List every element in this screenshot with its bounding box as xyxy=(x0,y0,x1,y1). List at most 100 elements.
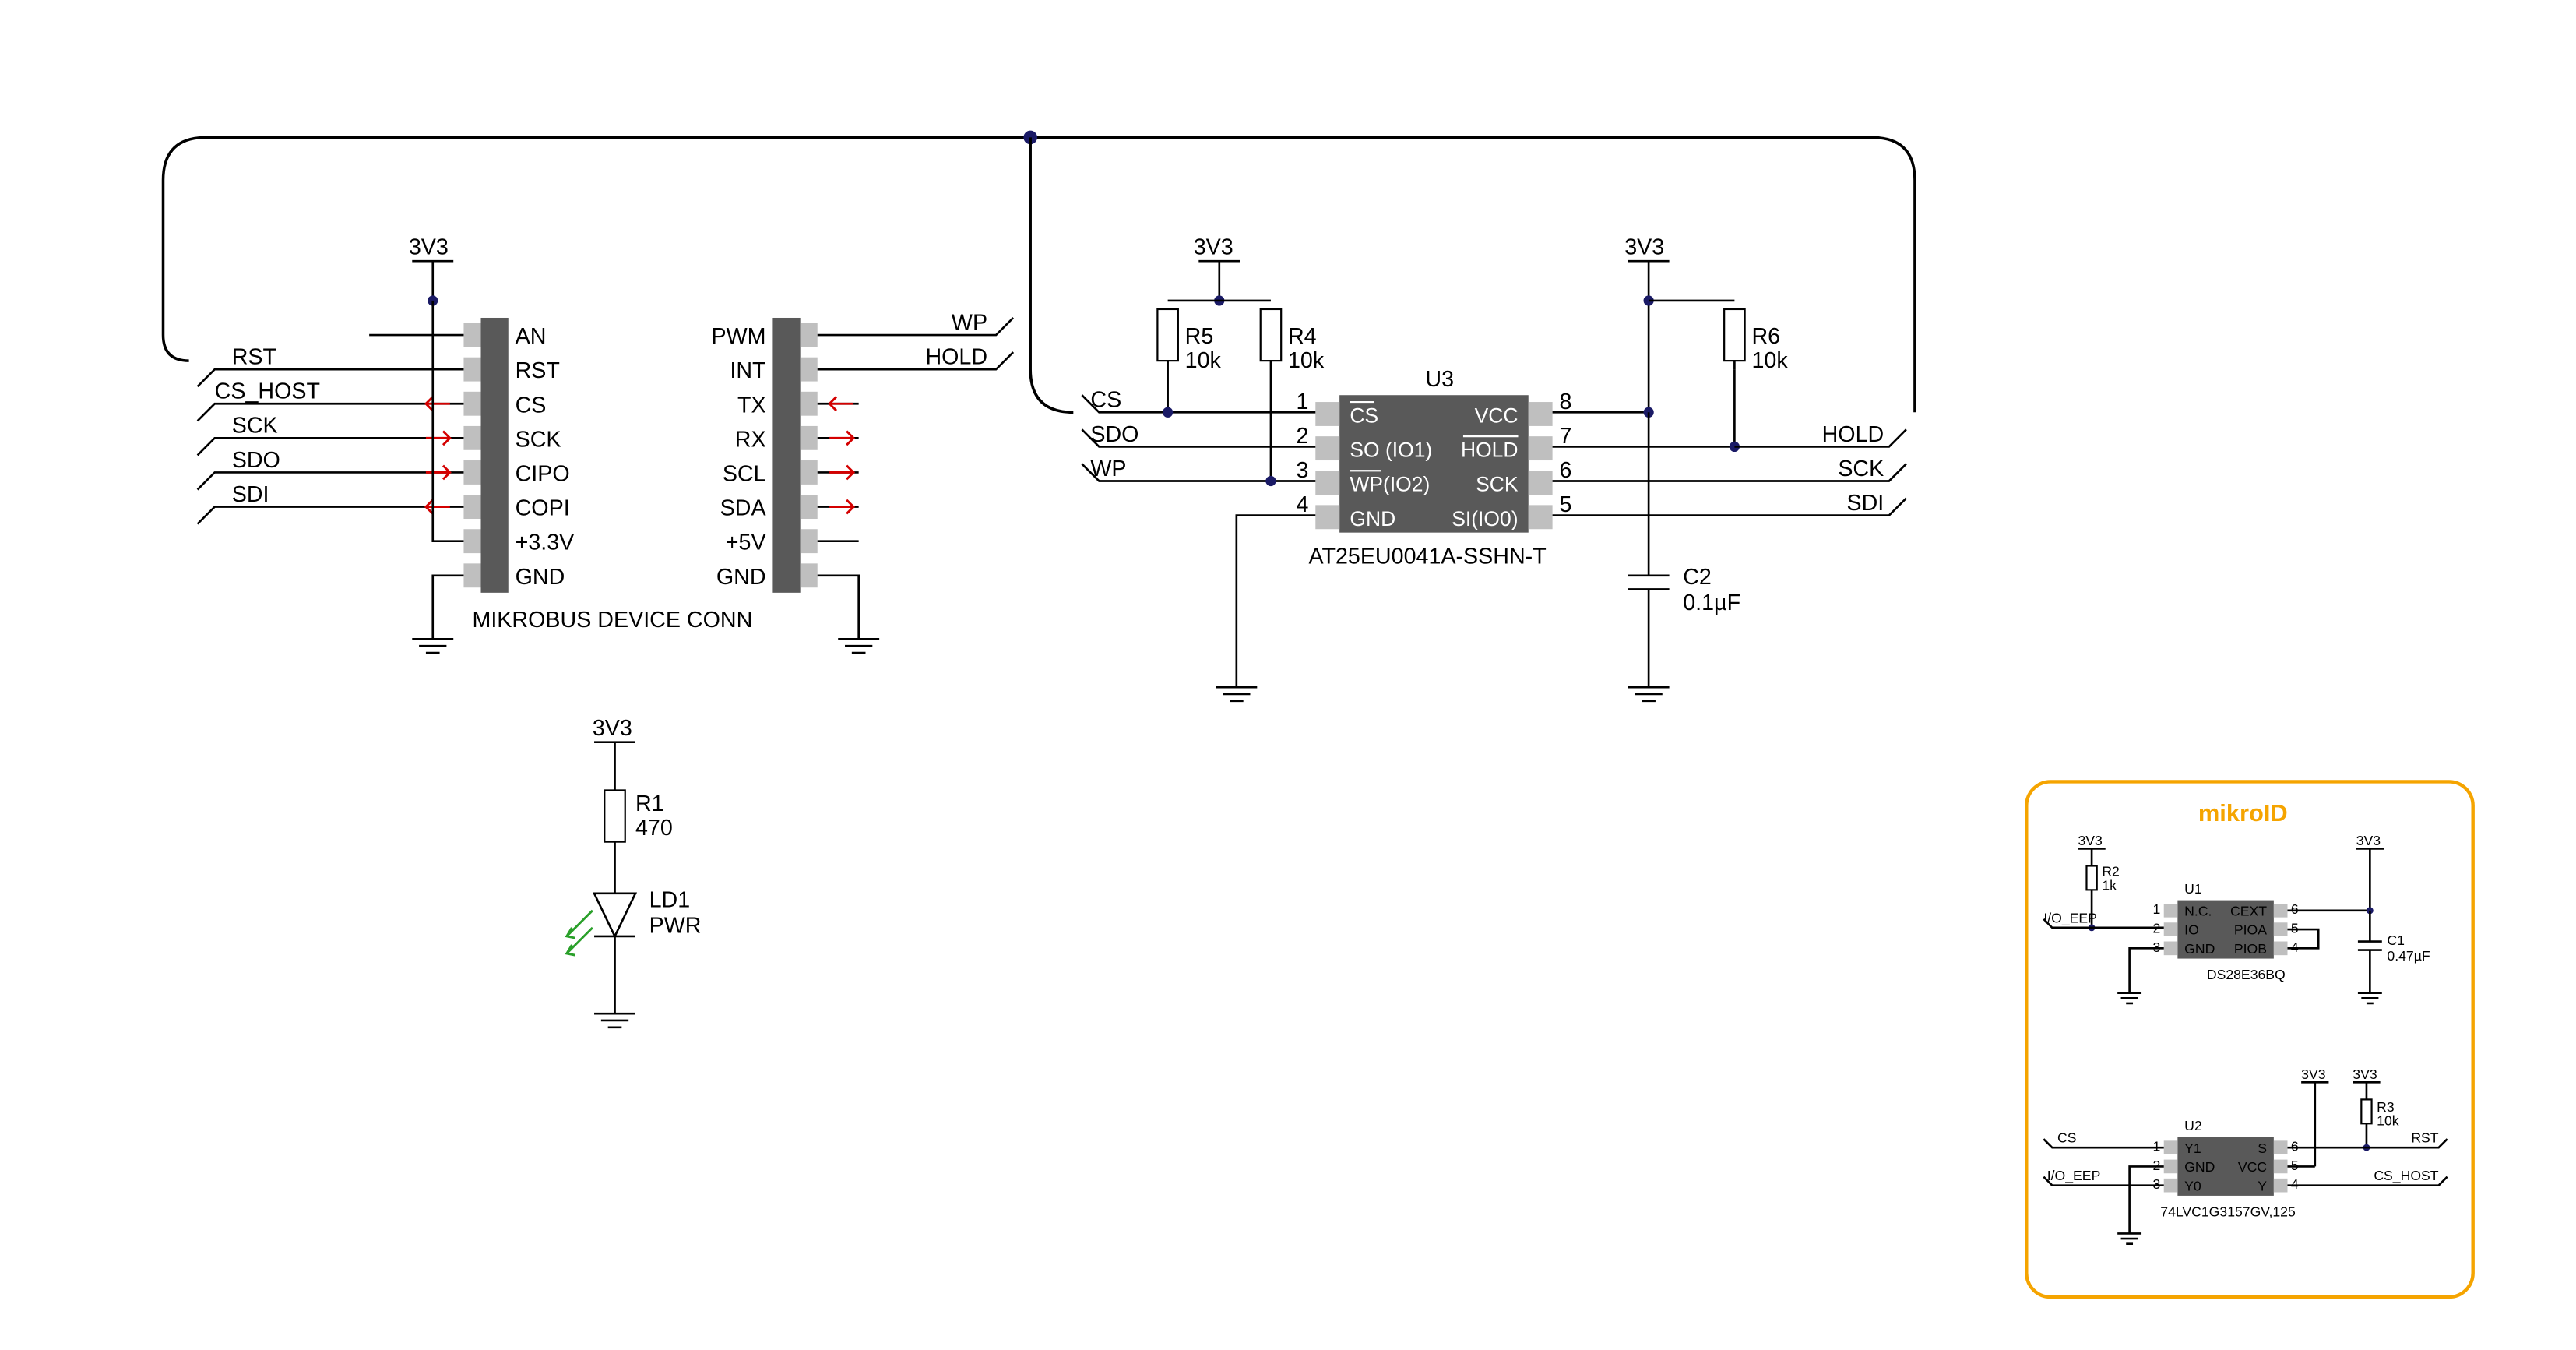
svg-text:GND: GND xyxy=(516,565,565,590)
svg-text:1: 1 xyxy=(1297,389,1309,414)
svg-text:5: 5 xyxy=(2291,920,2299,936)
svg-text:2: 2 xyxy=(2152,1158,2160,1173)
svg-text:C1: C1 xyxy=(2387,932,2405,948)
svg-text:PIOB: PIOB xyxy=(2234,941,2267,957)
svg-text:3V3: 3V3 xyxy=(1194,234,1233,259)
svg-text:HOLD: HOLD xyxy=(925,345,987,370)
schematic-canvas: 3V3 AN RST RST xyxy=(0,0,2576,1350)
svg-text:I/O_EEP: I/O_EEP xyxy=(2043,910,2097,926)
svg-text:GND: GND xyxy=(2184,941,2215,957)
svg-text:SDO: SDO xyxy=(232,448,280,473)
svg-text:SCK: SCK xyxy=(1838,456,1884,481)
svg-text:LD1: LD1 xyxy=(649,887,691,912)
svg-text:SCL: SCL xyxy=(723,461,766,486)
u3-flash: U3 CS SO (IO1) WP(IO2) GND VCC HOLD SCK … xyxy=(1082,234,1906,700)
svg-text:3V3: 3V3 xyxy=(2356,833,2381,848)
svg-text:3V3: 3V3 xyxy=(593,716,632,741)
mikroid-block: mikroID 3V3 R2 1k U1 N.C. IO GND CEXT PI… xyxy=(2026,781,2472,1297)
svg-text:CS_HOST: CS_HOST xyxy=(2374,1168,2438,1184)
svg-text:IO: IO xyxy=(2184,922,2199,938)
power-3v3-mb: 3V3 xyxy=(409,234,449,259)
svg-text:SCK: SCK xyxy=(516,427,561,452)
mikrobus-title: MIKROBUS DEVICE CONN xyxy=(472,608,752,633)
svg-text:+5V: +5V xyxy=(726,530,766,555)
mikroid-u2: U2 Y1 GND Y0 S VCC Y 1 2 3 6 5 4 74LVC1G… xyxy=(2043,1066,2447,1244)
mb-left-rows: AN RST RST CS CS_HOST SCK SCK xyxy=(198,301,575,653)
mikrobus-right-header xyxy=(772,318,800,593)
svg-text:CEXT: CEXT xyxy=(2230,903,2267,918)
svg-text:PWM: PWM xyxy=(712,324,766,349)
mikroid-u1: 3V3 R2 1k U1 N.C. IO GND CEXT PIOA PIOB … xyxy=(2043,833,2430,1003)
svg-text:6: 6 xyxy=(2291,901,2299,917)
svg-text:4: 4 xyxy=(2291,1176,2299,1192)
svg-text:SDA: SDA xyxy=(720,496,767,521)
svg-text:SI(IO0): SI(IO0) xyxy=(1452,507,1518,530)
svg-text:RX: RX xyxy=(735,427,766,452)
svg-text:7: 7 xyxy=(1559,424,1571,449)
svg-text:COPI: COPI xyxy=(516,496,570,521)
power-led: 3V3 R1 470 LD1 PWR xyxy=(567,716,702,1027)
svg-text:CS: CS xyxy=(516,393,547,418)
svg-text:8: 8 xyxy=(1559,389,1571,414)
svg-text:5: 5 xyxy=(1559,492,1571,517)
svg-text:6: 6 xyxy=(1559,458,1571,483)
svg-text:R5: R5 xyxy=(1185,324,1214,349)
svg-text:PIOA: PIOA xyxy=(2234,922,2267,938)
svg-text:+3.3V: +3.3V xyxy=(516,530,575,555)
svg-text:1: 1 xyxy=(2152,901,2160,917)
svg-text:R6: R6 xyxy=(1751,324,1780,349)
svg-text:INT: INT xyxy=(730,358,765,383)
svg-text:U1: U1 xyxy=(2184,881,2202,897)
svg-text:HOLD: HOLD xyxy=(1461,439,1519,462)
svg-text:74LVC1G3157GV,125: 74LVC1G3157GV,125 xyxy=(2160,1204,2296,1219)
svg-text:WP: WP xyxy=(1090,456,1126,481)
svg-text:SDI: SDI xyxy=(232,482,269,507)
svg-text:HOLD: HOLD xyxy=(1822,422,1884,447)
svg-text:10k: 10k xyxy=(1288,348,1325,373)
svg-text:RST: RST xyxy=(516,358,560,383)
u3-part: AT25EU0041A-SSHN-T xyxy=(1308,544,1546,569)
svg-text:VCC: VCC xyxy=(1475,404,1519,428)
svg-text:U3: U3 xyxy=(1425,367,1454,392)
svg-text:I/O_EEP: I/O_EEP xyxy=(2047,1168,2101,1184)
svg-text:CS: CS xyxy=(2057,1130,2076,1146)
svg-text:DS28E36BQ: DS28E36BQ xyxy=(2207,967,2286,982)
svg-text:mikroID: mikroID xyxy=(2198,799,2288,827)
svg-text:0.1µF: 0.1µF xyxy=(1683,590,1740,615)
svg-text:Y: Y xyxy=(2258,1178,2267,1193)
svg-text:1k: 1k xyxy=(2102,877,2117,893)
svg-text:3: 3 xyxy=(2152,1176,2160,1192)
svg-text:AN: AN xyxy=(516,324,547,349)
svg-text:10k: 10k xyxy=(1185,348,1222,373)
mikrobus-connector: 3V3 AN RST RST xyxy=(198,234,1014,653)
svg-text:10k: 10k xyxy=(2377,1112,2399,1128)
svg-text:TX: TX xyxy=(737,393,766,418)
svg-text:CS_HOST: CS_HOST xyxy=(215,379,320,404)
svg-text:3: 3 xyxy=(1297,458,1309,483)
svg-text:GND: GND xyxy=(2184,1159,2215,1175)
svg-text:GND: GND xyxy=(1350,507,1395,530)
svg-text:Y1: Y1 xyxy=(2184,1140,2201,1156)
svg-text:GND: GND xyxy=(716,565,766,590)
mb-right-rows: PWM WP INT HOLD TX RX xyxy=(712,310,1014,653)
svg-text:Y0: Y0 xyxy=(2184,1178,2201,1193)
svg-text:3V3: 3V3 xyxy=(2301,1066,2326,1082)
svg-text:R1: R1 xyxy=(635,791,664,816)
mikrobus-left-header xyxy=(480,318,508,593)
svg-text:CIPO: CIPO xyxy=(516,461,570,486)
svg-text:4: 4 xyxy=(1297,492,1309,517)
svg-text:5: 5 xyxy=(2291,1158,2299,1173)
svg-text:RST: RST xyxy=(232,345,276,370)
svg-text:3: 3 xyxy=(2152,939,2160,955)
svg-text:4: 4 xyxy=(2291,939,2299,955)
svg-text:6: 6 xyxy=(2291,1139,2299,1154)
svg-text:3V3: 3V3 xyxy=(2078,833,2103,848)
svg-text:SCK: SCK xyxy=(1476,473,1519,496)
svg-text:CS: CS xyxy=(1090,388,1121,413)
svg-text:U2: U2 xyxy=(2184,1118,2202,1133)
svg-text:S: S xyxy=(2258,1140,2267,1156)
svg-text:PWR: PWR xyxy=(649,913,702,938)
svg-text:3V3: 3V3 xyxy=(1624,234,1664,259)
svg-text:SDI: SDI xyxy=(1846,491,1884,516)
svg-text:WP: WP xyxy=(952,310,987,335)
